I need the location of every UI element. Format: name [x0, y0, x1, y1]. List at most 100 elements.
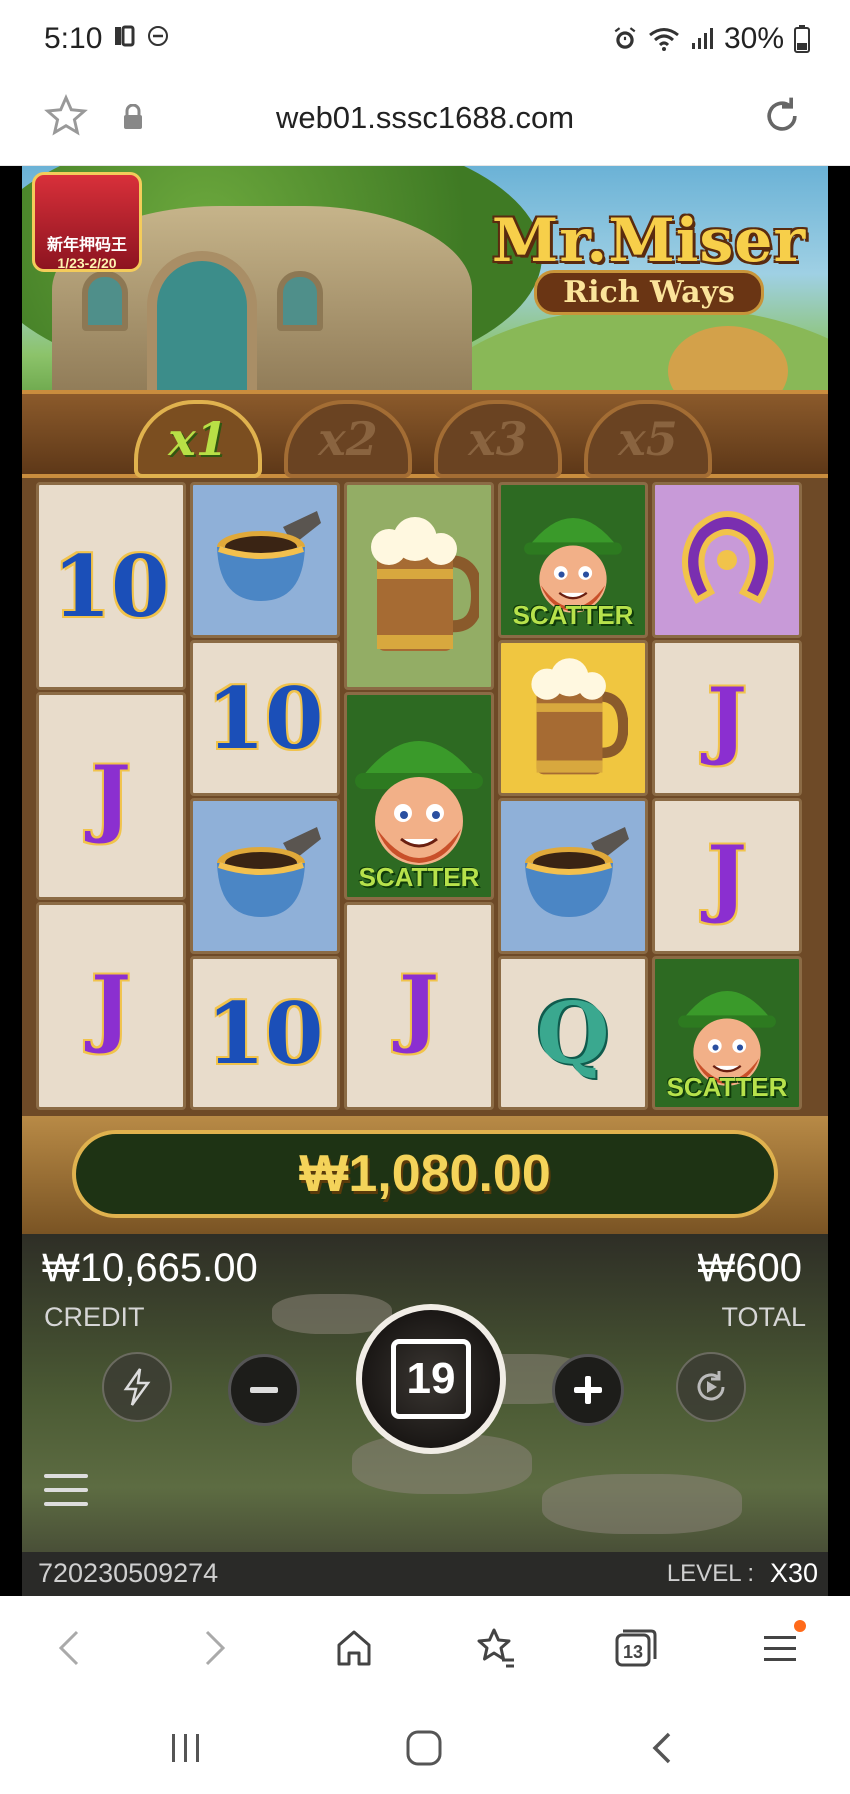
path-stone: [542, 1474, 742, 1534]
symbol-pipe: [190, 482, 340, 638]
symbol-label: 10: [206, 983, 324, 1083]
menu-line: [44, 1502, 88, 1506]
reels-grid: 10 J J 10 10 SCATTER J SCATTER Q J J SCA…: [22, 478, 828, 1116]
total-bet-amount: ₩600: [697, 1246, 803, 1290]
pipe-icon: [217, 511, 321, 601]
symbol-label: J: [91, 956, 131, 1056]
bookmarks-button[interactable]: [468, 1620, 524, 1676]
menu-line: [44, 1488, 88, 1492]
symbol-ten: 10: [190, 640, 340, 796]
plus-icon: [574, 1376, 602, 1404]
level-value: X30: [769, 1558, 818, 1588]
status-bar: 5:10 30%: [0, 0, 850, 80]
symbol-scatter: SCATTER: [652, 956, 802, 1110]
symbol-label: 10: [52, 536, 170, 636]
game-logo: Mr.Miser Rich Ways: [484, 206, 814, 336]
slot-game: 新年押码王 1/23-2/20 Mr.Miser Rich Ways x1 x2…: [22, 166, 828, 1596]
symbol-jack: J: [36, 692, 186, 900]
credit-label: CREDIT: [44, 1302, 145, 1332]
pipe-icon: [217, 827, 321, 917]
game-title: Mr.Miser: [491, 206, 807, 276]
symbol-ten: 10: [190, 956, 340, 1110]
symbol-beer: [344, 482, 494, 690]
symbol-jack: J: [652, 798, 802, 954]
symbol-jack: J: [36, 902, 186, 1110]
recent-apps-button[interactable]: [158, 1720, 214, 1776]
game-footer: 720230509274 LEVEL : X30: [22, 1552, 828, 1596]
alarm-icon: [614, 27, 636, 49]
tab-count: 13: [622, 1641, 644, 1662]
battery-percent: 30%: [723, 22, 784, 55]
symbol-beer: [498, 640, 648, 796]
symbol-label: 10: [206, 668, 324, 768]
browser-bottom-nav: 13: [0, 1596, 850, 1700]
symbol-label: J: [91, 746, 131, 846]
control-panel: ₩10,665.00 CREDIT ₩600 TOTAL 19 72023050…: [22, 1234, 828, 1596]
home-icon: [337, 1630, 371, 1666]
beer-mug-icon: [531, 658, 628, 775]
forward-button[interactable]: [186, 1620, 242, 1676]
system-nav-bar: [0, 1700, 850, 1794]
home-icon: [406, 1730, 442, 1766]
multiplier-x2: x2: [284, 400, 412, 478]
decrease-bet-button[interactable]: [228, 1354, 300, 1426]
notification-dot: [794, 1620, 806, 1632]
sim-icon: [115, 25, 135, 47]
turbo-button[interactable]: [102, 1352, 172, 1422]
game-menu-button[interactable]: [44, 1474, 88, 1514]
status-left-icons: [112, 24, 170, 48]
horseshoe-icon: [682, 511, 774, 605]
game-border-right: [828, 166, 850, 1596]
status-time: 5:10: [44, 22, 103, 55]
symbol-queen: Q: [498, 956, 648, 1110]
scatter-label: SCATTER: [358, 862, 480, 892]
multiplier-x1: x1: [134, 400, 262, 478]
spin-button[interactable]: 19: [356, 1304, 506, 1454]
battery-icon: [794, 25, 810, 53]
menu-line: [44, 1474, 88, 1478]
symbol-pipe: [190, 798, 340, 954]
status-right: 30%: [612, 22, 810, 56]
system-back-button[interactable]: [634, 1720, 690, 1776]
reload-icon[interactable]: [760, 94, 804, 143]
multiplier-bar: x1 x2 x3 x5: [22, 390, 828, 478]
minus-icon: [250, 1387, 278, 1393]
forward-icon: [205, 1630, 226, 1666]
symbol-label: Q: [536, 983, 610, 1083]
symbol-jack: J: [652, 640, 802, 796]
symbol-label: J: [707, 668, 747, 768]
game-border-left: [0, 166, 22, 1596]
tabs-button[interactable]: 13: [608, 1620, 664, 1676]
symbol-pipe: [498, 798, 648, 954]
game-subtitle: Rich Ways: [534, 270, 764, 315]
symbol-horseshoe: [652, 482, 802, 638]
system-home-button[interactable]: [396, 1720, 452, 1776]
symbol-ten: 10: [36, 482, 186, 690]
round-id: 720230509274: [38, 1558, 219, 1588]
leprechaun-icon: [355, 741, 483, 865]
dnd-icon: [148, 26, 168, 46]
win-bar: ₩1,080.00: [22, 1116, 828, 1234]
promo-badge[interactable]: 新年押码王 1/23-2/20: [32, 172, 142, 272]
back-icon: [652, 1732, 671, 1764]
house-window-left: [82, 271, 128, 331]
total-bet-label: TOTAL: [721, 1302, 806, 1332]
autoplay-button[interactable]: [676, 1352, 746, 1422]
increase-bet-button[interactable]: [552, 1354, 624, 1426]
back-button[interactable]: [42, 1620, 98, 1676]
bookmarks-icon: [477, 1628, 514, 1668]
symbol-label: J: [399, 956, 439, 1056]
url-text[interactable]: web01.sssc1688.com: [0, 100, 850, 136]
multiplier-x3: x3: [434, 400, 562, 478]
signal-icon: [691, 28, 713, 49]
browser-menu-button[interactable]: [752, 1620, 808, 1676]
promo-title: 新年押码王: [46, 237, 127, 254]
beer-mug-icon: [371, 517, 479, 651]
back-icon: [58, 1630, 79, 1666]
autoplay-icon: [697, 1371, 725, 1401]
symbol-scatter: SCATTER: [498, 482, 648, 638]
wifi-icon: [649, 28, 679, 51]
home-button[interactable]: [326, 1620, 382, 1676]
symbol-label: J: [707, 826, 747, 926]
browser-url-bar: web01.sssc1688.com: [0, 80, 850, 166]
